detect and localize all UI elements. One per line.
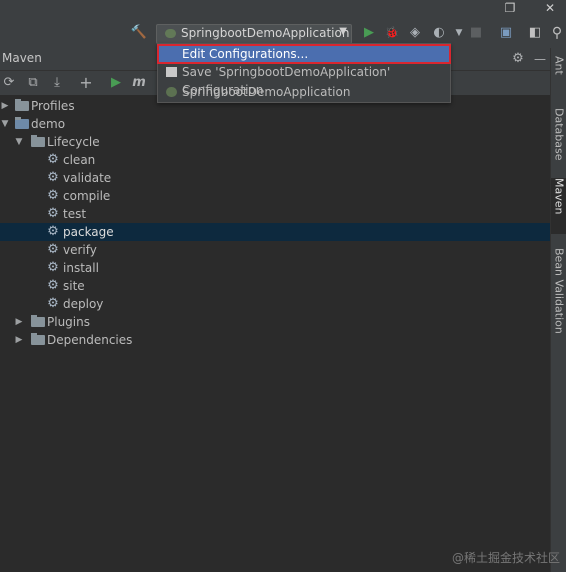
- lifecycle-phase-site[interactable]: ⚙ site: [0, 277, 550, 295]
- gear-icon: ⚙: [47, 260, 59, 275]
- phase-label: site: [63, 279, 85, 293]
- phase-label: verify: [63, 243, 97, 257]
- plugins-folder-icon: [31, 315, 45, 327]
- tab-maven[interactable]: Maven: [551, 178, 566, 234]
- menu-item-label: SpringbootDemoApplication: [182, 85, 351, 99]
- lifecycle-phase-verify[interactable]: ⚙ verify: [0, 241, 550, 259]
- tree-item-lifecycle[interactable]: ▼ Lifecycle: [0, 133, 550, 151]
- gear-icon: ⚙: [47, 296, 59, 311]
- stop-icon[interactable]: ■: [467, 24, 485, 42]
- phase-label: package: [63, 225, 114, 239]
- close-window-button[interactable]: ✕: [530, 0, 566, 18]
- profile-icon[interactable]: ◐: [430, 24, 448, 42]
- menu-item-springboot-app[interactable]: SpringbootDemoApplication: [158, 83, 450, 101]
- gear-icon: ⚙: [47, 278, 59, 293]
- lifecycle-phase-validate[interactable]: ⚙ validate: [0, 169, 550, 187]
- coverage-icon[interactable]: ◈: [406, 24, 424, 42]
- lifecycle-phase-install[interactable]: ⚙ install: [0, 259, 550, 277]
- menu-item-save-configuration[interactable]: Save 'SpringbootDemoApplication' Configu…: [158, 63, 450, 97]
- tree-item-label: Profiles: [31, 99, 75, 113]
- tab-database[interactable]: Database: [551, 108, 566, 178]
- phase-label: clean: [63, 153, 96, 167]
- menu-item-edit-configurations[interactable]: Edit Configurations...: [157, 44, 451, 64]
- run-maven-build-icon[interactable]: ▶: [107, 74, 125, 92]
- restore-window-button[interactable]: ❐: [490, 0, 530, 18]
- tree-item-label: Dependencies: [47, 333, 133, 347]
- profiles-folder-icon: [15, 99, 29, 111]
- run-configuration-selector[interactable]: SpringbootDemoApplication ▼: [156, 24, 352, 44]
- tree-item-label: Lifecycle: [47, 135, 100, 149]
- title-bar: [0, 0, 566, 18]
- hide-panel-icon[interactable]: —: [531, 50, 549, 68]
- add-maven-project-icon[interactable]: ⧉: [24, 74, 42, 92]
- layout-icon[interactable]: ◧: [526, 24, 544, 42]
- search-icon[interactable]: ⚲: [548, 24, 566, 42]
- reload-icon[interactable]: ⟳: [0, 74, 18, 92]
- gear-icon: ⚙: [47, 170, 59, 185]
- tab-label: Maven: [552, 178, 566, 215]
- chevron-down-icon: ▼: [339, 26, 347, 37]
- phase-label: test: [63, 207, 87, 221]
- chevron-right-icon[interactable]: ▶: [14, 313, 24, 331]
- gear-icon: ⚙: [47, 224, 59, 239]
- build-hammer-icon[interactable]: 🔨: [130, 24, 148, 42]
- debug-icon[interactable]: 🐞: [383, 24, 401, 42]
- right-tool-window-strip: Ant Database Maven Bean Validation: [550, 48, 566, 572]
- chevron-down-icon[interactable]: ▼: [14, 133, 24, 151]
- tree-item-label: Plugins: [47, 315, 90, 329]
- dependencies-folder-icon: [31, 333, 45, 345]
- tab-label: Database: [552, 108, 566, 161]
- download-sources-icon[interactable]: ⤓: [48, 74, 66, 92]
- maven-panel-title: Maven: [2, 51, 42, 65]
- watermark: @稀土掘金技术社区: [451, 551, 560, 565]
- tree-item-dependencies[interactable]: ▶ Dependencies: [0, 331, 550, 349]
- run-configuration-popup: Edit Configurations... Save 'SpringbootD…: [157, 43, 451, 103]
- lifecycle-phase-clean[interactable]: ⚙ clean: [0, 151, 550, 169]
- tab-ant[interactable]: Ant: [551, 56, 566, 96]
- phase-label: deploy: [63, 297, 104, 311]
- maven-project-icon: [15, 117, 29, 129]
- execute-maven-goal-icon[interactable]: m: [130, 74, 148, 92]
- spring-app-icon: [166, 87, 177, 97]
- spring-app-icon: [165, 29, 176, 38]
- menu-item-label: Edit Configurations...: [182, 47, 309, 61]
- gear-icon: ⚙: [47, 206, 59, 221]
- tab-bean-validation[interactable]: Bean Validation: [551, 248, 566, 348]
- lifecycle-phase-test[interactable]: ⚙ test: [0, 205, 550, 223]
- lifecycle-phase-deploy[interactable]: ⚙ deploy: [0, 295, 550, 313]
- lifecycle-phase-package[interactable]: ⚙ package: [0, 223, 550, 241]
- tab-label: Bean Validation: [552, 248, 566, 334]
- project-structure-icon[interactable]: ▣: [497, 24, 515, 42]
- lifecycle-phase-compile[interactable]: ⚙ compile: [0, 187, 550, 205]
- phase-label: compile: [63, 189, 111, 203]
- run-icon[interactable]: ▶: [360, 24, 378, 42]
- profile-dropdown-icon[interactable]: ▼: [450, 24, 468, 42]
- gear-icon: ⚙: [47, 242, 59, 257]
- phase-label: install: [63, 261, 99, 275]
- chevron-down-icon[interactable]: ▼: [0, 115, 10, 133]
- tree-item-plugins[interactable]: ▶ Plugins: [0, 313, 550, 331]
- gear-icon: ⚙: [47, 188, 59, 203]
- tree-item-demo[interactable]: ▼ demo: [0, 115, 550, 133]
- phase-label: validate: [63, 171, 112, 185]
- chevron-right-icon[interactable]: ▶: [0, 97, 10, 115]
- chevron-right-icon[interactable]: ▶: [14, 331, 24, 349]
- add-icon[interactable]: +: [77, 74, 95, 92]
- tab-label: Ant: [552, 56, 566, 75]
- lifecycle-folder-icon: [31, 135, 45, 147]
- gear-icon[interactable]: ⚙: [509, 50, 527, 68]
- run-configuration-label: SpringbootDemoApplication: [181, 26, 350, 40]
- gear-icon: ⚙: [47, 152, 59, 167]
- save-icon: [166, 67, 177, 77]
- tree-item-label: demo: [31, 117, 66, 131]
